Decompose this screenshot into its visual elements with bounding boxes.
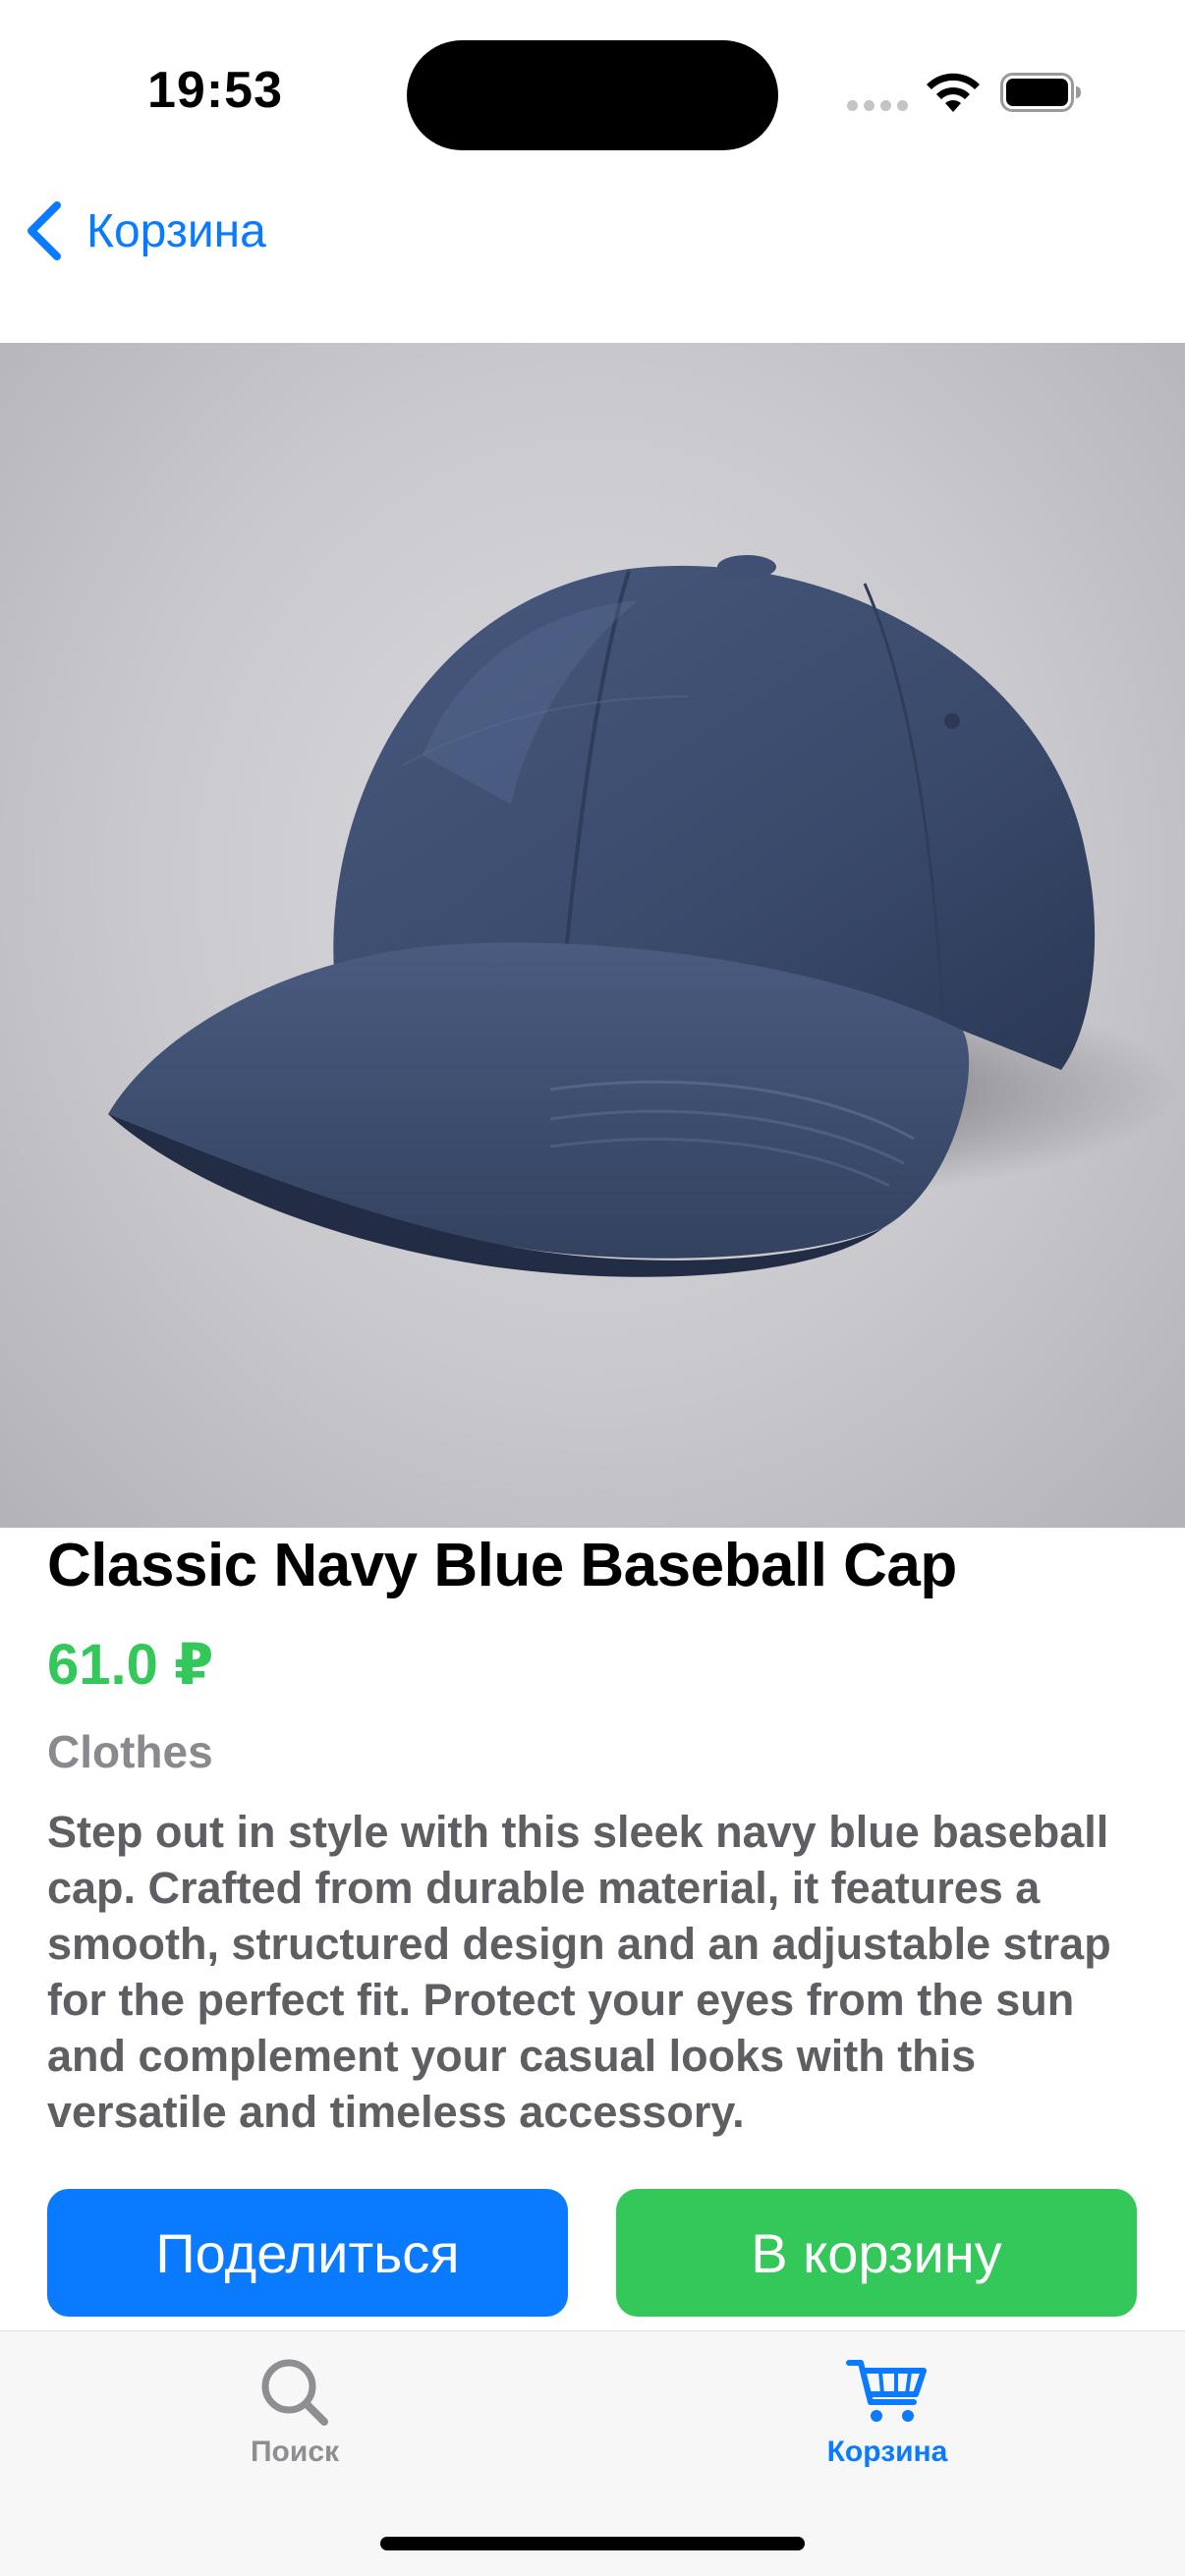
add-to-cart-button[interactable]: В корзину <box>616 2189 1137 2317</box>
product-description: Step out in style with this sleek navy b… <box>47 1807 1111 2137</box>
product-detail-screen: 19:53 Корзина Classic Navy Blue Baseball… <box>0 0 1185 2576</box>
baseball-cap-image <box>108 555 1179 1277</box>
share-button[interactable]: Поделиться <box>47 2189 568 2317</box>
tab-cart[interactable]: Корзина <box>740 2355 1035 2492</box>
magnifying-glass-icon <box>261 2359 328 2426</box>
product-image <box>0 343 1185 1528</box>
status-time: 19:53 <box>147 62 283 119</box>
status-bar: 19:53 <box>0 0 1185 177</box>
back-button[interactable]: Корзина <box>22 193 266 269</box>
product-category: Clothes <box>47 1726 213 1777</box>
home-indicator[interactable] <box>380 2537 805 2550</box>
tab-search-label: Поиск <box>250 2436 340 2468</box>
cart-icon <box>846 2360 927 2422</box>
product-title: Classic Navy Blue Baseball Cap <box>47 1532 957 1599</box>
wifi-icon <box>927 73 980 112</box>
back-button-label: Корзина <box>86 204 266 257</box>
cellular-signal-icon <box>847 100 908 112</box>
chevron-left-icon <box>28 201 61 260</box>
tab-cart-label: Корзина <box>826 2436 948 2468</box>
product-price: 61.0 ₽ <box>47 1633 214 1697</box>
battery-icon <box>1000 73 1081 112</box>
dynamic-island <box>407 40 778 150</box>
tab-search[interactable]: Поиск <box>147 2355 442 2492</box>
